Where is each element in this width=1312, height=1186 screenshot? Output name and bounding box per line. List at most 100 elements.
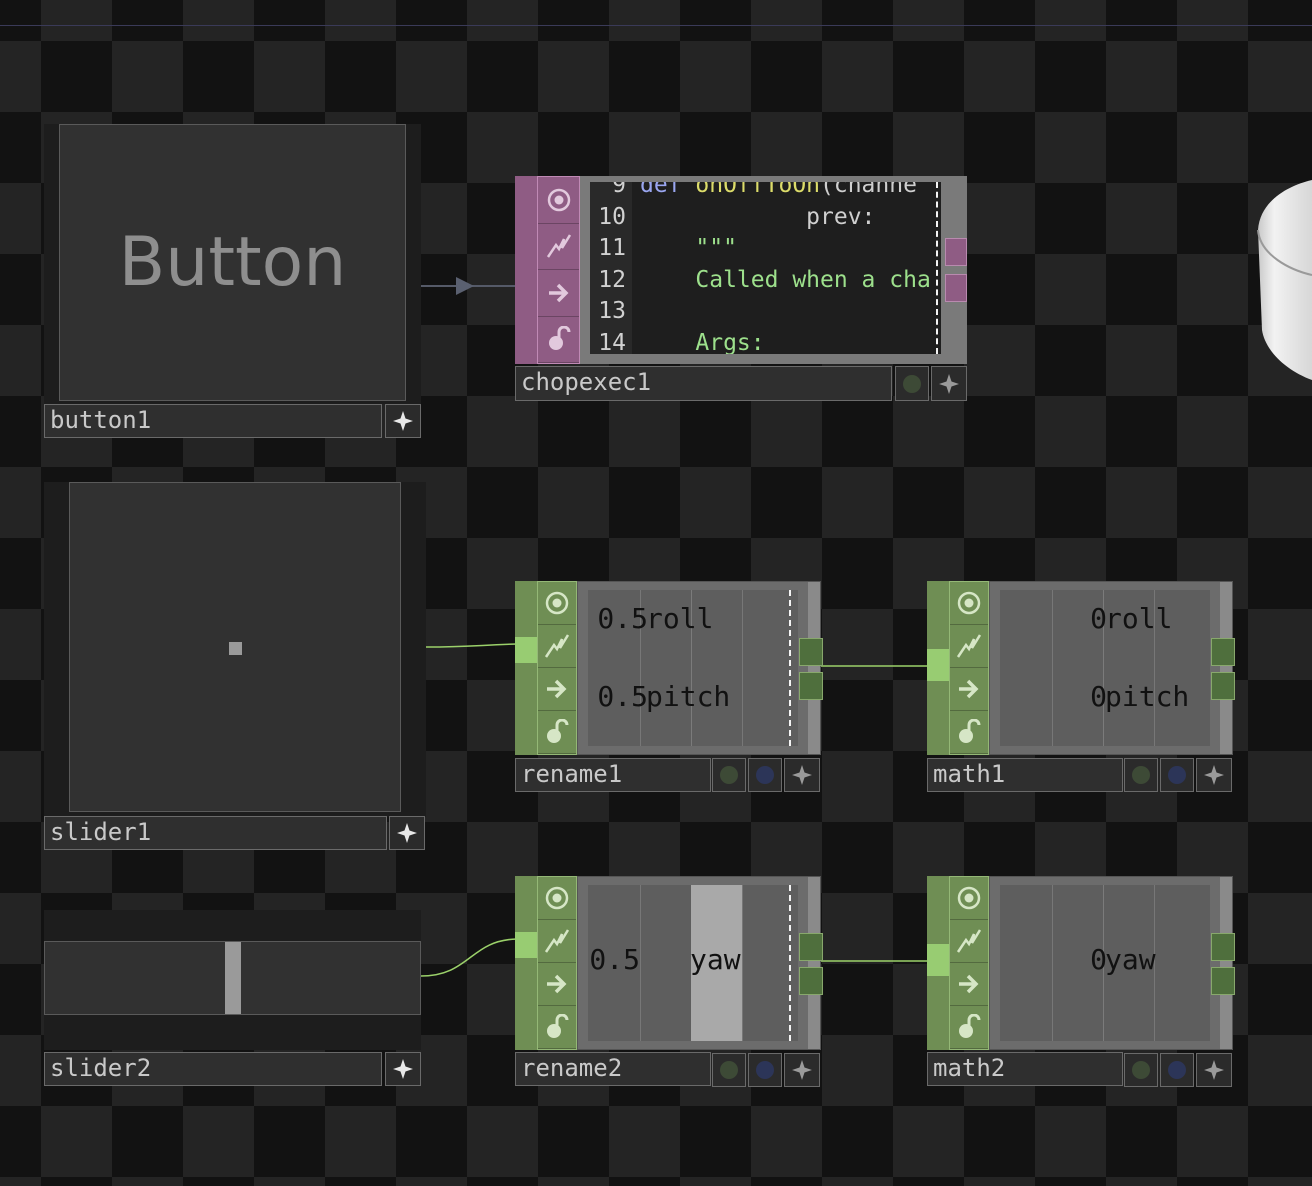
cook-flag-icon[interactable]: [950, 920, 988, 963]
math1-display-button[interactable]: [1160, 758, 1194, 792]
rename1-input-strip: [515, 581, 537, 755]
rename1-display-button[interactable]: [748, 758, 782, 792]
slider1-name[interactable]: slider1: [44, 816, 387, 850]
bypass-flag-icon[interactable]: [538, 963, 576, 1006]
rename2-node[interactable]: 0.5 yaw: [515, 876, 823, 1050]
math1-node[interactable]: 0 roll 0 pitch: [927, 581, 1235, 755]
chopexec1-node[interactable]: 9 def onOffToOn(channe 10 prev: 11 """ 12 C…: [515, 176, 967, 364]
viewer-flag-icon[interactable]: [538, 877, 576, 920]
math1-channel-name: roll: [1105, 602, 1173, 635]
button1-name[interactable]: button1: [44, 404, 382, 438]
active-dot-icon: [720, 1061, 738, 1079]
slider2-handle[interactable]: [225, 942, 241, 1014]
viewer-flag-icon[interactable]: [950, 877, 988, 920]
math1-input-connector[interactable]: [927, 649, 949, 681]
rename2-input-strip: [515, 876, 537, 1050]
code-line: 9 def onOffToOn(channe: [590, 182, 941, 201]
bypass-flag-icon[interactable]: [538, 668, 576, 711]
button1-face[interactable]: Button: [59, 124, 406, 401]
slider2-menu-button[interactable]: [385, 1052, 421, 1086]
rename2-viewer[interactable]: 0.5 yaw: [577, 876, 821, 1050]
bypass-flag-icon[interactable]: [538, 270, 579, 317]
rename2-name[interactable]: rename2: [515, 1052, 711, 1086]
rename2-output-1[interactable]: [799, 933, 823, 961]
chopexec1-input-strip: [515, 176, 537, 364]
button1-menu-button[interactable]: [385, 404, 421, 438]
slider2-track[interactable]: [44, 941, 421, 1015]
bypass-flag-icon[interactable]: [950, 963, 988, 1006]
code-line: 11 """: [590, 233, 941, 264]
math1-output-2[interactable]: [1211, 672, 1235, 700]
code-text: Args:: [640, 329, 765, 355]
cook-flag-icon[interactable]: [538, 625, 576, 668]
math1-active-button[interactable]: [1124, 758, 1158, 792]
math2-active-button[interactable]: [1124, 1053, 1158, 1087]
cook-flag-icon[interactable]: [950, 625, 988, 668]
slider2-name[interactable]: slider2: [44, 1052, 382, 1086]
rename2-channel-value: 0.5: [589, 943, 640, 976]
viewer-flag-icon[interactable]: [538, 177, 579, 224]
star4-icon: [397, 823, 417, 843]
lock-flag-icon[interactable]: [538, 1006, 576, 1049]
code-line: 13: [590, 296, 941, 327]
rename1-output-1[interactable]: [799, 638, 823, 666]
chopexec1-menu-button[interactable]: [931, 366, 967, 401]
math2-viewer[interactable]: 0 yaw: [989, 876, 1233, 1050]
math2-channel-name: yaw: [1105, 943, 1156, 976]
cook-flag-icon[interactable]: [538, 920, 576, 963]
math2-input-connector[interactable]: [927, 944, 949, 976]
bypass-flag-icon[interactable]: [950, 668, 988, 711]
code-line: 14 Args:: [590, 328, 941, 355]
rename1-node[interactable]: 0.5 roll 0.5 pitch: [515, 581, 823, 755]
rename1-name[interactable]: rename1: [515, 758, 711, 792]
network-top-border: [0, 25, 1312, 26]
math2-display-button[interactable]: [1160, 1053, 1194, 1087]
chopexec1-output-1[interactable]: [945, 238, 967, 266]
star4-icon: [393, 411, 413, 431]
lock-flag-icon[interactable]: [538, 711, 576, 754]
rename2-input-connector[interactable]: [515, 932, 537, 958]
active-dot-icon: [1132, 1061, 1150, 1079]
lock-flag-icon[interactable]: [538, 317, 579, 363]
chopexec1-code-viewer[interactable]: 9 def onOffToOn(channe 10 prev: 11 """ 12 C…: [590, 182, 941, 354]
rename2-display-button[interactable]: [748, 1053, 782, 1087]
math1-output-1[interactable]: [1211, 638, 1235, 666]
wire-arrow-icon: [456, 277, 474, 295]
rename1-viewer[interactable]: 0.5 roll 0.5 pitch: [577, 581, 821, 755]
chopexec1-output-2[interactable]: [945, 274, 967, 302]
rename1-active-button[interactable]: [712, 758, 746, 792]
rename1-flags: [537, 581, 577, 755]
code-line: 10 prev:: [590, 202, 941, 233]
rename2-menu-button[interactable]: [784, 1053, 820, 1087]
geometry-viewer-cylinder: [1257, 180, 1312, 380]
slider1-menu-button[interactable]: [389, 816, 425, 850]
cook-flag-icon[interactable]: [538, 224, 579, 270]
math2-node[interactable]: 0 yaw: [927, 876, 1235, 1050]
math1-name[interactable]: math1: [927, 758, 1123, 792]
viewer-flag-icon[interactable]: [538, 582, 576, 625]
math2-menu-button[interactable]: [1196, 1053, 1232, 1087]
math1-menu-button[interactable]: [1196, 758, 1232, 792]
code-text: Called when a cha: [640, 266, 931, 293]
lock-flag-icon[interactable]: [950, 1006, 988, 1049]
active-dot-icon: [1132, 766, 1150, 784]
star4-icon: [1204, 1060, 1224, 1080]
rename2-active-button[interactable]: [712, 1053, 746, 1087]
lock-flag-icon[interactable]: [950, 711, 988, 754]
chopexec1-active-button[interactable]: [895, 366, 929, 401]
math1-viewer[interactable]: 0 roll 0 pitch: [989, 581, 1233, 755]
chopexec1-name[interactable]: chopexec1: [515, 366, 892, 401]
slider1-handle[interactable]: [229, 642, 242, 655]
rename1-input-connector[interactable]: [515, 637, 537, 663]
active-dot-icon: [903, 374, 921, 393]
math2-name[interactable]: math2: [927, 1052, 1123, 1086]
math2-output-1[interactable]: [1211, 933, 1235, 961]
rename1-menu-button[interactable]: [784, 758, 820, 792]
rename2-output-2[interactable]: [799, 967, 823, 995]
slider1-area[interactable]: [69, 482, 401, 812]
rename1-output-2[interactable]: [799, 672, 823, 700]
math2-output-2[interactable]: [1211, 967, 1235, 995]
star4-icon: [393, 1059, 413, 1079]
display-dot-icon: [1168, 1061, 1186, 1079]
viewer-flag-icon[interactable]: [950, 582, 988, 625]
